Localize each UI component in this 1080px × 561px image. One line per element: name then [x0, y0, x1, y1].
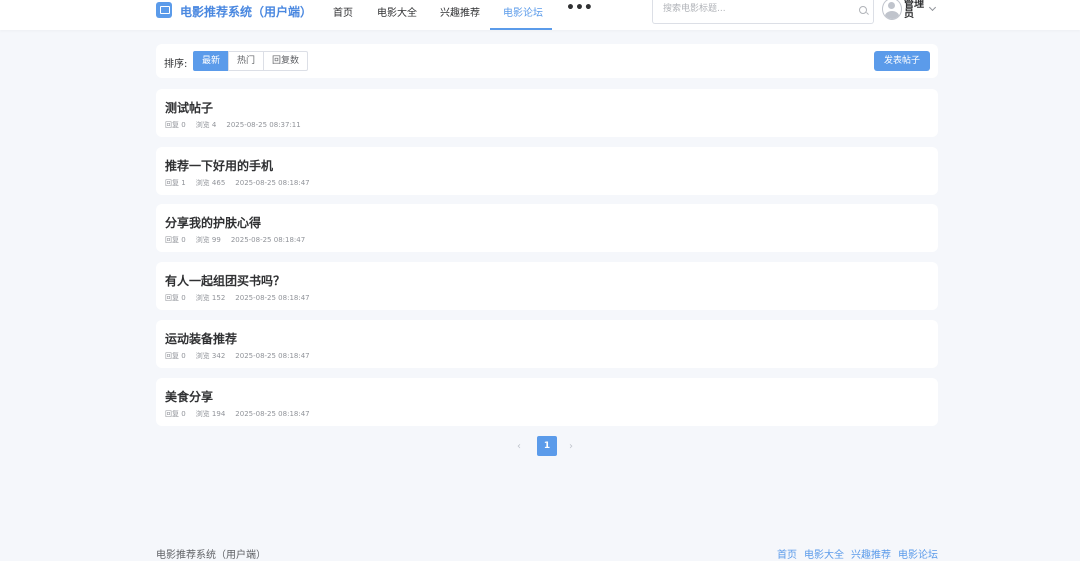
post-meta: 回复 0 浏览 194 2025-08-25 08:18:47	[165, 409, 320, 419]
post-replies: 回复 0	[165, 121, 186, 129]
post-meta: 回复 0 浏览 99 2025-08-25 08:18:47	[165, 235, 315, 245]
post-views: 浏览 342	[195, 352, 226, 360]
post-time: 2025-08-25 08:18:47	[235, 294, 310, 302]
next-page-button[interactable]: ›	[569, 441, 575, 452]
post-item[interactable]: 有人一起组团买书吗？ 回复 0 浏览 152 2025-08-25 08:18:47	[156, 262, 938, 310]
post-item[interactable]: 分享我的护肤心得 回复 0 浏览 99 2025-08-25 08:18:47	[156, 204, 938, 252]
post-meta: 回复 0 浏览 342 2025-08-25 08:18:47	[165, 351, 320, 361]
post-item[interactable]: 运动装备推荐 回复 0 浏览 342 2025-08-25 08:18:47	[156, 320, 938, 368]
post-views: 浏览 152	[195, 294, 226, 302]
post-replies: 回复 0	[165, 236, 186, 244]
post-meta: 回复 0 浏览 152 2025-08-25 08:18:47	[165, 293, 320, 303]
search-input[interactable]	[661, 3, 845, 15]
chevron-down-icon[interactable]	[928, 3, 937, 12]
post-title[interactable]: 有人一起组团买书吗？	[165, 272, 285, 289]
footer-link-movies[interactable]: 电影大全	[804, 550, 844, 561]
post-item[interactable]: 测试帖子 回复 0 浏览 4 2025-08-25 08:37:11	[156, 89, 938, 137]
post-views: 浏览 99	[195, 236, 221, 244]
post-time: 2025-08-25 08:18:47	[235, 410, 310, 418]
nav-recommend[interactable]: 兴趣推荐	[440, 4, 480, 19]
sort-label: 排序:	[164, 59, 188, 70]
post-meta: 回复 1 浏览 465 2025-08-25 08:18:47	[165, 178, 320, 188]
nav-home[interactable]: 首页	[333, 4, 353, 19]
post-replies: 回复 0	[165, 294, 186, 302]
search-icon[interactable]	[859, 6, 867, 14]
footer-copyright: 电影推荐系统（用户端）	[156, 550, 266, 561]
search-box	[652, 0, 874, 24]
post-views: 浏览 465	[195, 179, 226, 187]
footer-link-forum[interactable]: 电影论坛	[898, 550, 938, 561]
brand-title[interactable]: 电影推荐系统（用户端）	[180, 3, 312, 20]
post-meta: 回复 0 浏览 4 2025-08-25 08:37:11	[165, 120, 311, 130]
sort-hot-button[interactable]: 热门	[228, 51, 265, 71]
more-menu-icon[interactable]: •••	[566, 0, 593, 16]
username[interactable]: 管理员	[904, 0, 924, 20]
new-post-button[interactable]: 发表帖子	[874, 51, 930, 71]
footer-links: 首页 电影大全 兴趣推荐 电影论坛	[770, 546, 938, 561]
post-time: 2025-08-25 08:18:47	[230, 236, 306, 244]
sort-replies-button[interactable]: 回复数	[263, 51, 309, 71]
post-title[interactable]: 运动装备推荐	[165, 330, 237, 347]
post-replies: 回复 1	[165, 179, 186, 187]
post-time: 2025-08-25 08:18:47	[235, 179, 310, 187]
sort-options: 最新 热门 回复数	[193, 51, 309, 71]
post-views: 浏览 194	[195, 410, 226, 418]
post-item[interactable]: 推荐一下好用的手机 回复 1 浏览 465 2025-08-25 08:18:47	[156, 147, 938, 195]
post-views: 浏览 4	[195, 121, 217, 129]
post-replies: 回复 0	[165, 410, 186, 418]
logo-icon[interactable]	[156, 2, 172, 18]
sort-latest-button[interactable]: 最新	[193, 51, 230, 71]
post-title[interactable]: 推荐一下好用的手机	[165, 157, 273, 174]
nav-movies[interactable]: 电影大全	[377, 4, 417, 19]
nav-forum[interactable]: 电影论坛	[503, 4, 543, 19]
page-1-button[interactable]: 1	[537, 436, 557, 456]
post-title[interactable]: 美食分享	[165, 388, 213, 405]
footer-link-home[interactable]: 首页	[777, 550, 797, 561]
prev-page-button[interactable]: ‹	[517, 441, 523, 452]
top-header: 电影推荐系统（用户端） 首页 电影大全 兴趣推荐 电影论坛 ••• 管理员	[0, 0, 1080, 30]
post-title[interactable]: 分享我的护肤心得	[165, 214, 261, 231]
post-item[interactable]: 美食分享 回复 0 浏览 194 2025-08-25 08:18:47	[156, 378, 938, 426]
footer-link-recommend[interactable]: 兴趣推荐	[851, 550, 891, 561]
post-time: 2025-08-25 08:18:47	[235, 352, 310, 360]
nav-active-indicator	[490, 28, 552, 30]
post-title[interactable]: 测试帖子	[165, 99, 213, 116]
post-replies: 回复 0	[165, 352, 186, 360]
sort-bar: 排序: 最新 热门 回复数 发表帖子	[156, 44, 938, 78]
post-time: 2025-08-25 08:37:11	[226, 121, 301, 129]
avatar[interactable]	[882, 0, 902, 20]
